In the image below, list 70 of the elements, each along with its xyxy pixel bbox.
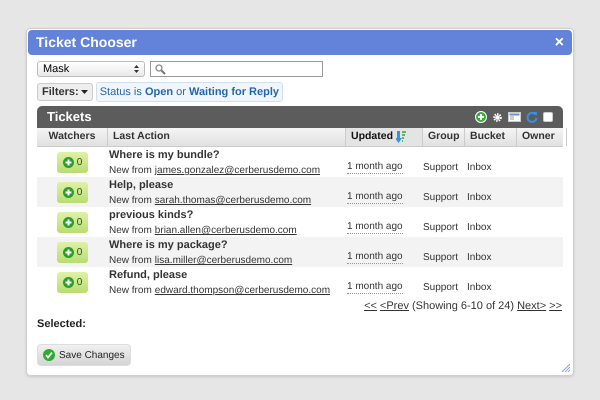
action-text: New from (109, 285, 152, 297)
bucket-cell: Inbox (467, 252, 492, 264)
search-field[interactable] (150, 61, 323, 77)
close-button[interactable]: × (554, 34, 564, 50)
ticket-subject[interactable]: Where is my bundle? (109, 148, 346, 162)
column-header[interactable]: Watchers (37, 128, 108, 146)
watchers-button[interactable]: 0 (57, 242, 88, 262)
add-icon (62, 216, 74, 228)
bucket-cell: Inbox (467, 162, 492, 174)
ticket-subject[interactable]: previous kinds? (109, 208, 346, 222)
bucket-cell: Inbox (467, 282, 492, 294)
select-all-checkbox[interactable] (543, 112, 553, 122)
prev-page-link[interactable]: <Prev (380, 298, 409, 314)
resize-grip-icon[interactable] (561, 363, 570, 372)
group-cell: Support (423, 222, 458, 234)
window-title: Ticket Chooser (36, 33, 137, 52)
updated-time: 1 month ago (347, 281, 403, 294)
email-link[interactable]: lisa.miller@cerberusdemo.com (154, 255, 292, 267)
add-icon (62, 186, 74, 198)
email-link[interactable]: brian.allen@cerberusdemo.com (154, 225, 297, 237)
email-link[interactable]: james.gonzalez@cerberusdemo.com (154, 165, 320, 177)
updated-time: 1 month ago (347, 221, 403, 234)
first-page-link[interactable]: << (364, 298, 377, 314)
group-cell: Support (423, 162, 458, 174)
add-icon (62, 156, 74, 168)
caret-icon (80, 90, 88, 94)
add-icon (62, 276, 74, 288)
search-icon (155, 64, 166, 74)
filters-button[interactable]: Filters: (37, 83, 93, 101)
watchers-button[interactable]: 0 (57, 152, 88, 172)
action-text: New from (109, 195, 152, 207)
group-cell: Support (423, 252, 458, 264)
selected-label: Selected: (37, 316, 87, 332)
column-header[interactable]: Owner (517, 128, 567, 146)
watchers-button[interactable]: 0 (57, 182, 88, 202)
column-header[interactable]: Updated (346, 128, 423, 146)
email-link[interactable]: sarah.thomas@cerberusdemo.com (154, 195, 312, 207)
updated-time: 1 month ago (347, 251, 403, 264)
bucket-cell: Inbox (467, 222, 492, 234)
worklist-title: Tickets (47, 108, 92, 126)
ticket-subject[interactable]: Where is my package? (109, 238, 346, 252)
action-text: New from (109, 255, 152, 267)
watchers-button[interactable]: 0 (57, 272, 88, 292)
ticket-subject[interactable]: Help, please (109, 178, 346, 192)
gear-icon[interactable] (492, 112, 503, 122)
action-text: New from (109, 165, 152, 177)
column-header[interactable]: Bucket (465, 128, 517, 146)
bucket-cell: Inbox (467, 192, 492, 204)
email-link[interactable]: edward.thompson@cerberusdemo.com (154, 285, 330, 297)
group-cell: Support (423, 282, 458, 294)
add-icon (62, 246, 74, 258)
check-icon (43, 349, 55, 361)
ticket-subject[interactable]: Refund, please (109, 268, 346, 282)
card-icon[interactable] (508, 112, 521, 122)
refresh-icon[interactable] (526, 111, 538, 123)
page-status: (Showing 6-10 of 24) (412, 299, 514, 314)
last-page-link[interactable]: >> (549, 298, 562, 314)
action-text: New from (109, 225, 152, 237)
group-cell: Support (423, 192, 458, 204)
column-header[interactable]: Group (423, 128, 465, 146)
updated-time: 1 month ago (347, 191, 403, 204)
save-button[interactable]: Save Changes (37, 344, 131, 366)
sort-descending-icon (396, 131, 407, 143)
add-icon[interactable] (475, 111, 487, 123)
filter-criteria[interactable]: Status is Open or Waiting for Reply (96, 82, 284, 102)
updown-icon (134, 65, 139, 73)
watchers-button[interactable]: 0 (57, 212, 88, 232)
mask-select[interactable]: Mask (37, 61, 145, 77)
updated-time: 1 month ago (347, 161, 403, 174)
next-page-link[interactable]: Next> (517, 298, 546, 314)
